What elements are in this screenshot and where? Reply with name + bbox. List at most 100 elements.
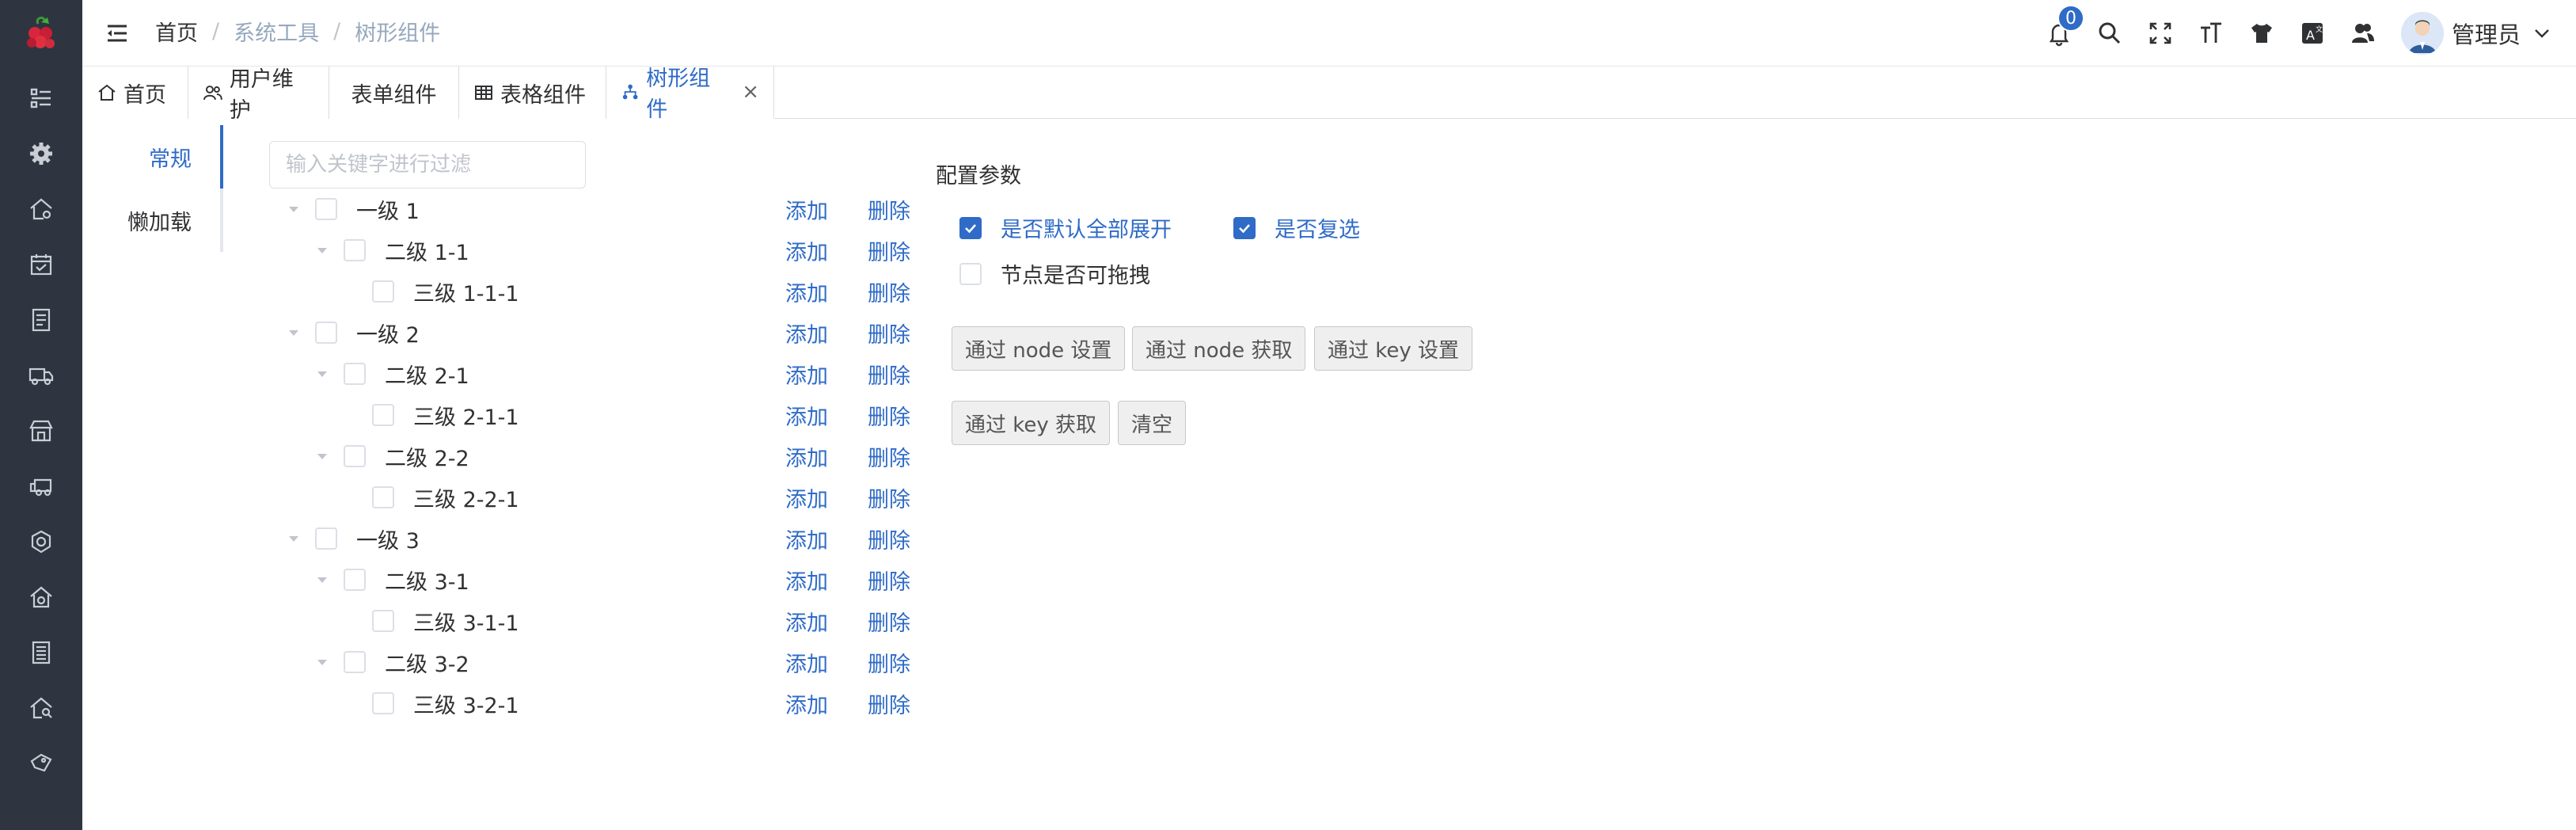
add-node-link[interactable]: 添加 (785, 688, 828, 719)
set-by-node-button[interactable]: 通过 node 设置 (952, 326, 1126, 371)
house-settings-icon[interactable] (0, 573, 82, 621)
checkbox-box[interactable] (959, 216, 982, 239)
tree-node-checkbox[interactable] (344, 239, 366, 261)
caret-down-icon[interactable] (313, 242, 331, 259)
calendar-check-icon[interactable] (0, 241, 82, 288)
set-by-key-button[interactable]: 通过 key 设置 (1314, 326, 1473, 371)
delete-node-link[interactable]: 删除 (868, 647, 910, 678)
logo-icon[interactable] (0, 0, 82, 70)
user-menu[interactable]: 管理员 (2400, 0, 2552, 67)
tree-node[interactable]: 一级 1 添加 删除 (269, 188, 918, 230)
tree-node-checkbox[interactable] (372, 610, 394, 632)
add-node-link[interactable]: 添加 (785, 565, 828, 596)
tree-node[interactable]: 一级 3 添加 删除 (269, 518, 918, 559)
tree-node-checkbox[interactable] (315, 198, 337, 220)
delete-node-link[interactable]: 删除 (868, 606, 910, 637)
delete-node-link[interactable]: 删除 (868, 524, 910, 554)
multi-select-checkbox[interactable]: 是否复选 (1233, 212, 1360, 243)
language-icon[interactable]: A文 (2287, 0, 2338, 67)
tag-hand-icon[interactable] (0, 740, 82, 787)
tab-home[interactable]: 首页 (82, 67, 188, 119)
tree-node-checkbox[interactable] (372, 486, 394, 508)
delete-node-link[interactable]: 删除 (868, 400, 910, 431)
delete-node-link[interactable]: 删除 (868, 482, 910, 513)
delivery-truck-icon[interactable] (0, 463, 82, 510)
user-name[interactable]: 管理员 (2452, 17, 2521, 50)
filter-input[interactable] (269, 141, 586, 188)
tree-node[interactable]: 三级 3-2-1 添加 删除 (269, 683, 918, 724)
users-switch-icon[interactable] (2338, 0, 2388, 67)
add-node-link[interactable]: 添加 (785, 400, 828, 431)
add-node-link[interactable]: 添加 (785, 194, 828, 225)
tree-node-checkbox[interactable] (372, 404, 394, 426)
vtab-lazy-load[interactable]: 懒加载 (82, 188, 223, 252)
delete-node-link[interactable]: 删除 (868, 688, 910, 719)
tree-node[interactable]: 二级 3-2 添加 删除 (269, 642, 918, 683)
tree-node[interactable]: 一级 2 添加 删除 (269, 312, 918, 353)
add-node-link[interactable]: 添加 (785, 482, 828, 513)
checkbox-box[interactable] (959, 262, 982, 285)
fullscreen-icon[interactable] (2135, 0, 2186, 67)
caret-down-icon[interactable] (285, 324, 302, 341)
tree-node-checkbox[interactable] (315, 322, 337, 344)
tree-node[interactable]: 二级 1-1 添加 删除 (269, 230, 918, 271)
add-node-link[interactable]: 添加 (785, 606, 828, 637)
add-node-link[interactable]: 添加 (785, 647, 828, 678)
expand-all-checkbox[interactable]: 是否默认全部展开 (959, 212, 1172, 243)
caret-down-icon[interactable] (285, 530, 302, 547)
tab-form-component[interactable]: 表单组件 (329, 67, 459, 119)
add-node-link[interactable]: 添加 (785, 524, 828, 554)
truck-icon[interactable] (0, 352, 82, 399)
tree-node[interactable]: 三级 2-1-1 添加 删除 (269, 394, 918, 436)
add-node-link[interactable]: 添加 (785, 441, 828, 472)
get-by-key-button[interactable]: 通过 key 获取 (952, 401, 1111, 445)
caret-down-icon[interactable] (285, 200, 302, 218)
draggable-checkbox[interactable]: 节点是否可拖拽 (959, 258, 1150, 289)
delete-node-link[interactable]: 删除 (868, 318, 910, 348)
tree-node[interactable]: 三级 3-1-1 添加 删除 (269, 600, 918, 642)
delete-node-link[interactable]: 删除 (868, 359, 910, 390)
checkbox-box[interactable] (1233, 216, 1256, 239)
delete-node-link[interactable]: 删除 (868, 276, 910, 307)
notification-bell-icon[interactable]: 0 (2034, 0, 2084, 67)
tree-node-checkbox[interactable] (372, 280, 394, 303)
caret-down-icon[interactable] (313, 447, 331, 465)
chevron-down-icon[interactable] (2532, 23, 2552, 44)
tree-node-checkbox[interactable] (344, 569, 366, 591)
document-icon[interactable] (0, 296, 82, 344)
add-node-link[interactable]: 添加 (785, 235, 828, 266)
tree-node[interactable]: 二级 2-2 添加 删除 (269, 436, 918, 477)
delete-node-link[interactable]: 删除 (868, 441, 910, 472)
search-icon[interactable] (2084, 0, 2135, 67)
gear-icon[interactable] (0, 130, 82, 177)
clear-button[interactable]: 清空 (1118, 401, 1187, 445)
get-by-node-button[interactable]: 通过 node 获取 (1132, 326, 1306, 371)
settings-cog-icon[interactable] (0, 518, 82, 565)
tree-node-checkbox[interactable] (344, 445, 366, 467)
store-icon[interactable] (0, 407, 82, 455)
house-search-icon[interactable] (0, 684, 82, 732)
tab-table-component[interactable]: 表格组件 (459, 67, 606, 119)
tree-node-checkbox[interactable] (344, 651, 366, 673)
tree-node-checkbox[interactable] (315, 527, 337, 550)
caret-down-icon[interactable] (313, 571, 331, 588)
add-node-link[interactable]: 添加 (785, 318, 828, 348)
list-document-icon[interactable] (0, 629, 82, 676)
avatar[interactable] (2400, 12, 2444, 55)
tab-user-maintenance[interactable]: 用户维护 (188, 67, 329, 123)
vtab-normal[interactable]: 常规 (82, 125, 223, 188)
delete-node-link[interactable]: 删除 (868, 194, 910, 225)
caret-down-icon[interactable] (313, 365, 331, 383)
font-size-icon[interactable] (2186, 0, 2236, 67)
hamburger-toggle-icon[interactable] (101, 17, 133, 49)
close-icon[interactable]: × (742, 80, 759, 104)
caret-down-icon[interactable] (313, 653, 331, 671)
theme-shirt-icon[interactable] (2236, 0, 2287, 67)
delete-node-link[interactable]: 删除 (868, 565, 910, 596)
add-node-link[interactable]: 添加 (785, 276, 828, 307)
home-gear-icon[interactable] (0, 185, 82, 233)
delete-node-link[interactable]: 删除 (868, 235, 910, 266)
tab-tree-component[interactable]: 树形组件 × (606, 67, 774, 122)
tree-node[interactable]: 二级 2-1 添加 删除 (269, 353, 918, 394)
tree-node[interactable]: 三级 2-2-1 添加 删除 (269, 477, 918, 518)
